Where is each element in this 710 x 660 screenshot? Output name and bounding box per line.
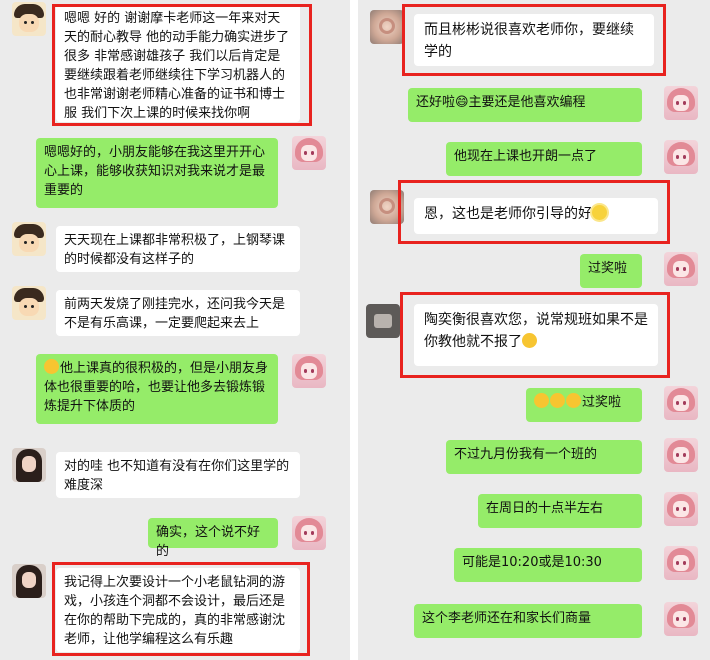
anime-avatar[interactable] <box>664 546 698 580</box>
chat-message: 这个李老师还在和家长们商量 <box>358 598 710 650</box>
chat-message: 对的哇 也不知道有没有在你们这里学的难度深 <box>0 444 350 504</box>
message-bubble[interactable]: 还好啦😄主要还是他喜欢编程 <box>408 88 642 122</box>
anime-avatar[interactable] <box>664 86 698 120</box>
grin-emoji <box>44 359 59 374</box>
grin-emoji <box>534 393 549 408</box>
grin-emoji <box>550 393 565 408</box>
girl-avatar[interactable] <box>12 448 46 482</box>
chat-message: 他上课真的很积极的，但是小朋友身体也很重要的哈，也要让他多去锻炼锻炼提升下体质的 <box>0 350 350 430</box>
message-bubble[interactable]: 在周日的十点半左右 <box>478 494 642 528</box>
message-bubble[interactable]: 不过九月份我有一个班的 <box>446 440 642 474</box>
anime-avatar[interactable] <box>664 252 698 286</box>
message-bubble[interactable]: 过奖啦 <box>526 388 642 422</box>
girl-avatar[interactable] <box>12 564 46 598</box>
anime-avatar[interactable] <box>292 136 326 170</box>
anime-avatar[interactable] <box>292 516 326 550</box>
message-bubble[interactable]: 他现在上课也开朗一点了 <box>446 142 642 176</box>
chat-message: 天天现在上课都非常积极了，上钢琴课的时候都没有这样子的 <box>0 218 350 274</box>
message-bubble[interactable]: 他上课真的很积极的，但是小朋友身体也很重要的哈，也要让他多去锻炼锻炼提升下体质的 <box>36 354 278 424</box>
message-bubble[interactable]: 这个李老师还在和家长们商量 <box>414 604 642 638</box>
highlight-box <box>52 4 312 126</box>
chat-message: 过奖啦 <box>358 384 710 428</box>
chat-message: 不过九月份我有一个班的 <box>358 434 710 484</box>
chat-message: 嗯嗯好的，小朋友能够在我这里开开心心上课，能够收获知识对我来说才是最重要的 <box>0 132 350 212</box>
chat-message: 确实，这个说不好的 <box>0 512 350 559</box>
chat-message: 在周日的十点半左右 <box>358 488 710 538</box>
child-avatar[interactable] <box>12 286 46 320</box>
anime-avatar[interactable] <box>664 438 698 472</box>
message-bubble[interactable]: 前两天发烧了刚挂完水，还问我今天是不是有乐高课，一定要爬起来去上 <box>56 290 300 336</box>
message-bubble[interactable]: 对的哇 也不知道有没有在你们这里学的难度深 <box>56 452 300 498</box>
message-bubble[interactable]: 确实，这个说不好的 <box>148 518 278 559</box>
anime-avatar[interactable] <box>664 386 698 420</box>
message-bubble[interactable]: 过奖啦 <box>580 254 642 288</box>
highlight-box <box>400 292 670 378</box>
rose-avatar[interactable] <box>370 10 404 44</box>
highlight-box <box>402 4 666 76</box>
right-chat-panel: 而且彬彬说很喜欢老师你，要继续学的 还好啦😄主要还是他喜欢编程 他现在上课也开朗… <box>358 0 710 660</box>
anime-avatar[interactable] <box>664 492 698 526</box>
highlight-box <box>398 180 670 244</box>
chat-message: 前两天发烧了刚挂完水，还问我今天是不是有乐高课，一定要爬起来去上 <box>0 282 350 342</box>
message-bubble[interactable]: 嗯嗯好的，小朋友能够在我这里开开心心上课，能够收获知识对我来说才是最重要的 <box>36 138 278 208</box>
anime-avatar[interactable] <box>292 354 326 388</box>
chat-message: 他现在上课也开朗一点了 <box>358 138 710 182</box>
chat-message: 还好啦😄主要还是他喜欢编程 <box>358 84 710 128</box>
chat-message: 过奖啦 <box>358 248 710 292</box>
message-bubble[interactable]: 天天现在上课都非常积极了，上钢琴课的时候都没有这样子的 <box>56 226 300 272</box>
grin-emoji <box>566 393 581 408</box>
left-chat-panel: 嗯嗯 好的 谢谢摩卡老师这一年来对天天的耐心教导 他的动手能力确实进步了很多 非… <box>0 0 350 660</box>
child-avatar[interactable] <box>12 222 46 256</box>
message-bubble[interactable]: 可能是10:20或是10:30 <box>454 548 642 582</box>
dark-avatar[interactable] <box>366 304 400 338</box>
chat-message: 可能是10:20或是10:30 <box>358 542 710 592</box>
anime-avatar[interactable] <box>664 140 698 174</box>
anime-avatar[interactable] <box>664 602 698 636</box>
child-avatar[interactable] <box>12 2 46 36</box>
highlight-box <box>52 562 310 656</box>
